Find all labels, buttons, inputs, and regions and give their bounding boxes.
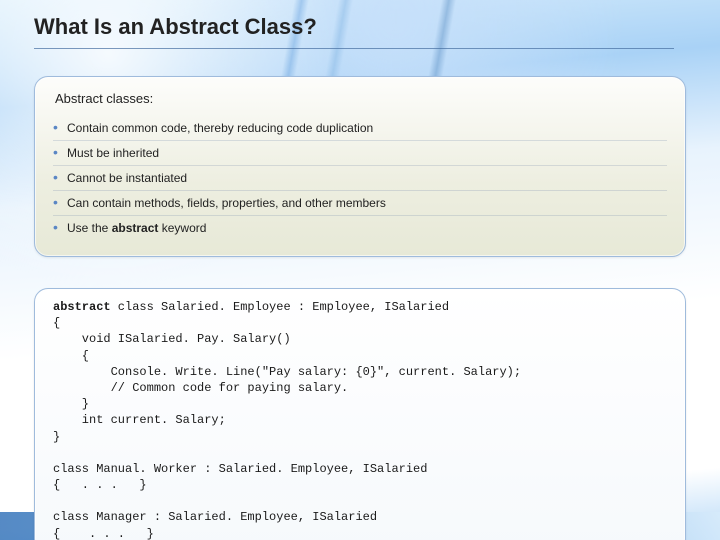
- bullet-item: Contain common code, thereby reducing co…: [53, 116, 667, 140]
- code-line: { . . . }: [53, 527, 154, 540]
- code-line: {: [53, 316, 60, 330]
- code-line: {: [53, 349, 89, 363]
- bullet-list: Contain common code, thereby reducing co…: [53, 116, 667, 240]
- bullet-item: Cannot be instantiated: [53, 165, 667, 190]
- code-line: }: [53, 397, 89, 411]
- code-line: class Manager : Salaried. Employee, ISal…: [53, 510, 377, 524]
- code-line: // Common code for paying salary.: [53, 381, 348, 395]
- page-title: What Is an Abstract Class?: [34, 14, 674, 49]
- code-line: void ISalaried. Pay. Salary(): [53, 332, 291, 346]
- code-line: { . . . }: [53, 478, 147, 492]
- bullet-item: Use the abstract keyword: [53, 215, 667, 240]
- code-line: class Salaried. Employee : Employee, ISa…: [111, 300, 449, 314]
- bullet-item: Must be inherited: [53, 140, 667, 165]
- bullet-keyword: abstract: [112, 221, 159, 235]
- info-lead: Abstract classes:: [55, 91, 667, 106]
- code-line: }: [53, 430, 60, 444]
- bullet-text: keyword: [158, 221, 206, 235]
- code-line: Console. Write. Line("Pay salary: {0}", …: [53, 365, 521, 379]
- bullet-text: Use the: [67, 221, 112, 235]
- code-keyword: abstract: [53, 300, 111, 314]
- code-card: abstract class Salaried. Employee : Empl…: [34, 288, 686, 540]
- info-card: Abstract classes: Contain common code, t…: [34, 76, 686, 257]
- bullet-item: Can contain methods, fields, properties,…: [53, 190, 667, 215]
- code-line: class Manual. Worker : Salaried. Employe…: [53, 462, 427, 476]
- code-line: int current. Salary;: [53, 413, 226, 427]
